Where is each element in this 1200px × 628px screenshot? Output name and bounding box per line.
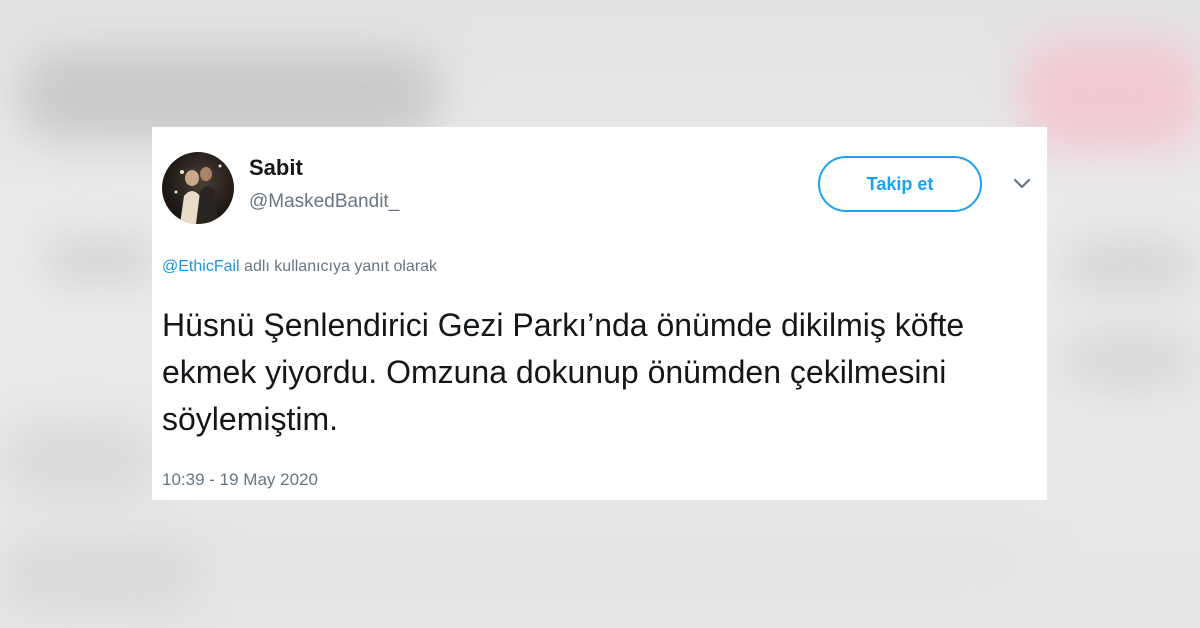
- background-blur-shape: [1060, 240, 1200, 290]
- background-blur-shape: [0, 540, 200, 610]
- tweet-timestamp[interactable]: 10:39 - 19 May 2020: [162, 470, 318, 490]
- avatar-photo-icon[interactable]: [162, 152, 234, 224]
- user-handle[interactable]: @MaskedBandit_: [249, 191, 399, 213]
- reply-mention-link[interactable]: @EthicFail: [162, 258, 240, 275]
- tweet-card: Sabit @MaskedBandit_ Takip et @EthicFail…: [152, 127, 1047, 500]
- background-blur-shape: [0, 420, 160, 500]
- reply-context-label: adlı kullanıcıya yanıt olarak: [244, 258, 438, 275]
- background-blur-shape: [140, 520, 1040, 600]
- chevron-down-icon[interactable]: [1010, 174, 1034, 194]
- tweet-text: Hüsnü Şenlendirici Gezi Parkı’nda önümde…: [162, 307, 965, 437]
- background-blur-shape: [40, 240, 160, 280]
- background-blur-shape: [1060, 330, 1200, 390]
- follow-button[interactable]: Takip et: [818, 156, 982, 212]
- reply-context: @EthicFail adlı kullanıcıya yanıt olarak: [162, 258, 437, 276]
- display-name[interactable]: Sabit: [249, 155, 303, 181]
- background-blur-shape: [1020, 40, 1200, 150]
